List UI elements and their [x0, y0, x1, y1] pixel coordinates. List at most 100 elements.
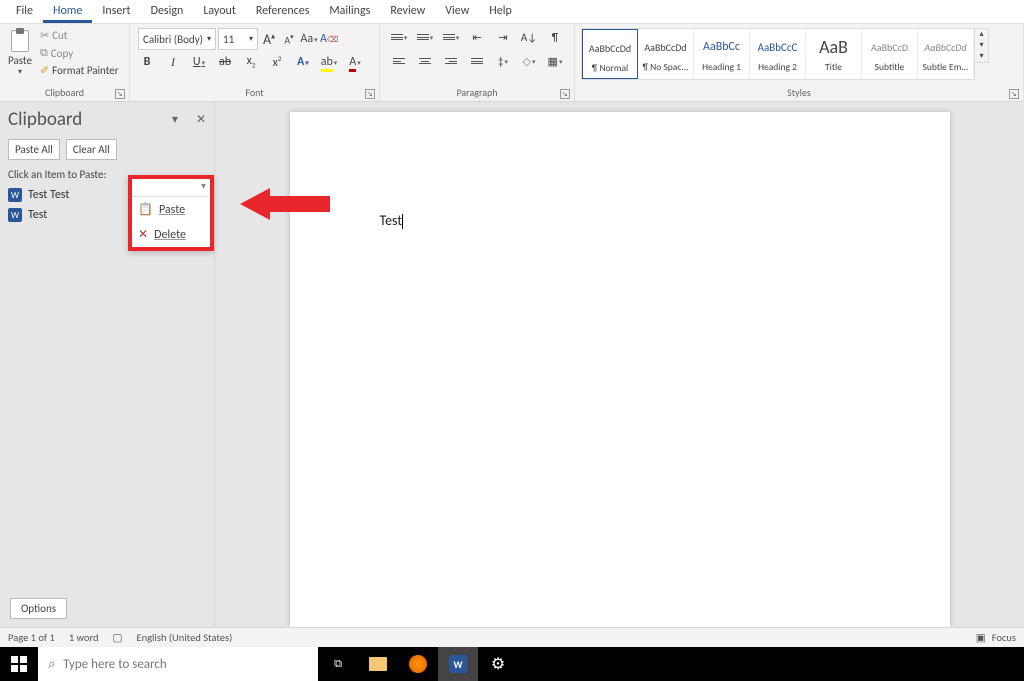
font-size-value: 11 — [223, 33, 234, 46]
file-explorer-button[interactable] — [358, 647, 398, 681]
clipboard-icon — [9, 28, 31, 54]
font-launcher[interactable]: ↘ — [365, 89, 375, 99]
firefox-button[interactable] — [398, 647, 438, 681]
status-page[interactable]: Page 1 of 1 — [8, 631, 55, 644]
paste-button[interactable]: Paste ▾ — [4, 26, 36, 79]
chevron-down-icon: ▾ — [18, 67, 22, 77]
grow-font-button[interactable]: A▴ — [260, 31, 278, 48]
copy-icon: ⧉ — [40, 46, 48, 60]
style---normal[interactable]: AaBbCcDd¶ Normal — [582, 29, 638, 79]
tab-insert[interactable]: Insert — [92, 0, 140, 23]
bold-button[interactable]: B — [138, 55, 156, 69]
shrink-font-button[interactable]: A▾ — [280, 32, 298, 46]
copy-label: Copy — [51, 47, 73, 60]
strikethrough-button[interactable]: ab — [216, 55, 234, 69]
shading-button[interactable]: ◇ — [518, 52, 540, 70]
align-right-button[interactable] — [440, 52, 462, 70]
status-focus[interactable]: Focus — [992, 631, 1016, 644]
font-color-button[interactable]: A — [346, 55, 364, 69]
show-marks-button[interactable]: ¶ — [544, 28, 566, 46]
multilevel-list-button[interactable] — [440, 28, 462, 46]
styles-scroll-up[interactable]: ▴ — [975, 29, 988, 40]
italic-button[interactable]: I — [164, 55, 182, 70]
align-center-button[interactable] — [414, 52, 436, 70]
styles-scroll-down[interactable]: ▾ — [975, 40, 988, 51]
tab-mailings[interactable]: Mailings — [319, 0, 380, 23]
tab-design[interactable]: Design — [141, 0, 194, 23]
text-effects-button[interactable]: A — [294, 55, 312, 69]
style-subtle-em---[interactable]: AaBbCcDdSubtle Em... — [918, 29, 974, 79]
style-heading-2[interactable]: AaBbCcCHeading 2 — [750, 29, 806, 79]
settings-button[interactable]: ⚙ — [478, 647, 518, 681]
delete-icon: ✕ — [138, 227, 148, 242]
status-proofing-icon[interactable]: ▢ — [113, 631, 123, 644]
taskbar-search[interactable]: ⌕ Type here to search — [38, 647, 318, 681]
clipboard-pane-menu[interactable]: ▾ — [172, 112, 178, 127]
styles-scroll: ▴ ▾ ▾ — [975, 28, 989, 63]
status-language[interactable]: English (United States) — [136, 631, 232, 644]
word-button[interactable]: W — [438, 647, 478, 681]
highlight-button[interactable]: ab — [320, 55, 338, 69]
start-button[interactable] — [0, 647, 38, 681]
font-size-combo[interactable]: 11▾ — [218, 28, 258, 50]
borders-button[interactable]: ▦ — [544, 52, 566, 70]
clipboard-options-button[interactable]: Options — [10, 598, 67, 619]
status-words[interactable]: 1 word — [69, 631, 99, 644]
cut-button[interactable]: ✂ Cut — [38, 28, 121, 43]
underline-button[interactable]: U — [190, 55, 208, 69]
focus-mode-icon[interactable]: ▣ — [976, 631, 986, 644]
change-case-button[interactable]: Aa — [300, 32, 318, 46]
context-delete-label: Delete — [154, 228, 186, 242]
line-spacing-button[interactable]: ‡ — [492, 52, 514, 70]
tab-layout[interactable]: Layout — [193, 0, 246, 23]
tab-view[interactable]: View — [435, 0, 479, 23]
numbering-button[interactable] — [414, 28, 436, 46]
clipboard-pane-close[interactable]: ✕ — [196, 112, 206, 127]
styles-gallery: AaBbCcDd¶ NormalAaBbCcDd¶ No Spac...AaBb… — [581, 28, 975, 80]
style-heading-1[interactable]: AaBbCcHeading 1 — [694, 29, 750, 79]
style-subtitle[interactable]: AaBbCcDSubtitle — [862, 29, 918, 79]
copy-button[interactable]: ⧉ Copy — [38, 45, 121, 61]
sort-button[interactable]: A↓ — [518, 28, 540, 46]
tab-references[interactable]: References — [246, 0, 320, 23]
justify-button[interactable] — [466, 52, 488, 70]
clipboard-item-text: Test — [28, 208, 47, 222]
ribbon-tabs: File Home Insert Design Layout Reference… — [0, 0, 1024, 24]
group-label-font: Font — [134, 86, 375, 101]
paragraph-launcher[interactable]: ↘ — [560, 89, 570, 99]
styles-expand[interactable]: ▾ — [975, 51, 988, 62]
paste-label: Paste — [8, 54, 32, 67]
format-painter-label: Format Painter — [52, 64, 118, 77]
group-font: Calibri (Body)▾ 11▾ A▴ A▾ Aa A⌫ B I U ab… — [130, 24, 380, 101]
document-page[interactable]: Test — [290, 112, 950, 627]
status-bar: Page 1 of 1 1 word ▢ English (United Sta… — [0, 627, 1024, 647]
format-painter-button[interactable]: ✐ Format Painter — [38, 63, 121, 78]
styles-launcher[interactable]: ↘ — [1009, 89, 1019, 99]
clipboard-item-text: Test Test — [28, 188, 69, 202]
search-icon: ⌕ — [48, 657, 55, 672]
subscript-button[interactable]: x2 — [242, 54, 260, 69]
style---no-spac---[interactable]: AaBbCcDd¶ No Spac... — [638, 29, 694, 79]
font-name-combo[interactable]: Calibri (Body)▾ — [138, 28, 216, 50]
superscript-button[interactable]: x2 — [268, 54, 286, 70]
clipboard-launcher[interactable]: ↘ — [115, 89, 125, 99]
tab-help[interactable]: Help — [479, 0, 522, 23]
bullets-button[interactable] — [388, 28, 410, 46]
tab-review[interactable]: Review — [380, 0, 435, 23]
task-view-button[interactable]: ⧉ — [318, 647, 358, 681]
word-item-icon: W — [8, 188, 22, 202]
group-label-styles: Styles — [579, 86, 1019, 101]
paste-all-button[interactable]: Paste All — [8, 139, 60, 160]
context-dropdown-toggle[interactable]: ▾ — [132, 179, 210, 197]
context-paste[interactable]: 📋 Paste — [132, 197, 210, 222]
context-delete[interactable]: ✕ Delete — [132, 222, 210, 247]
clear-formatting-button[interactable]: A⌫ — [320, 32, 338, 46]
tab-home[interactable]: Home — [43, 0, 92, 23]
tab-file[interactable]: File — [6, 0, 43, 23]
style-title[interactable]: AaBTitle — [806, 29, 862, 79]
scissors-icon: ✂ — [40, 29, 49, 42]
increase-indent-button[interactable]: ⇥ — [492, 28, 514, 46]
clear-all-button[interactable]: Clear All — [66, 139, 117, 160]
align-left-button[interactable] — [388, 52, 410, 70]
decrease-indent-button[interactable]: ⇤ — [466, 28, 488, 46]
